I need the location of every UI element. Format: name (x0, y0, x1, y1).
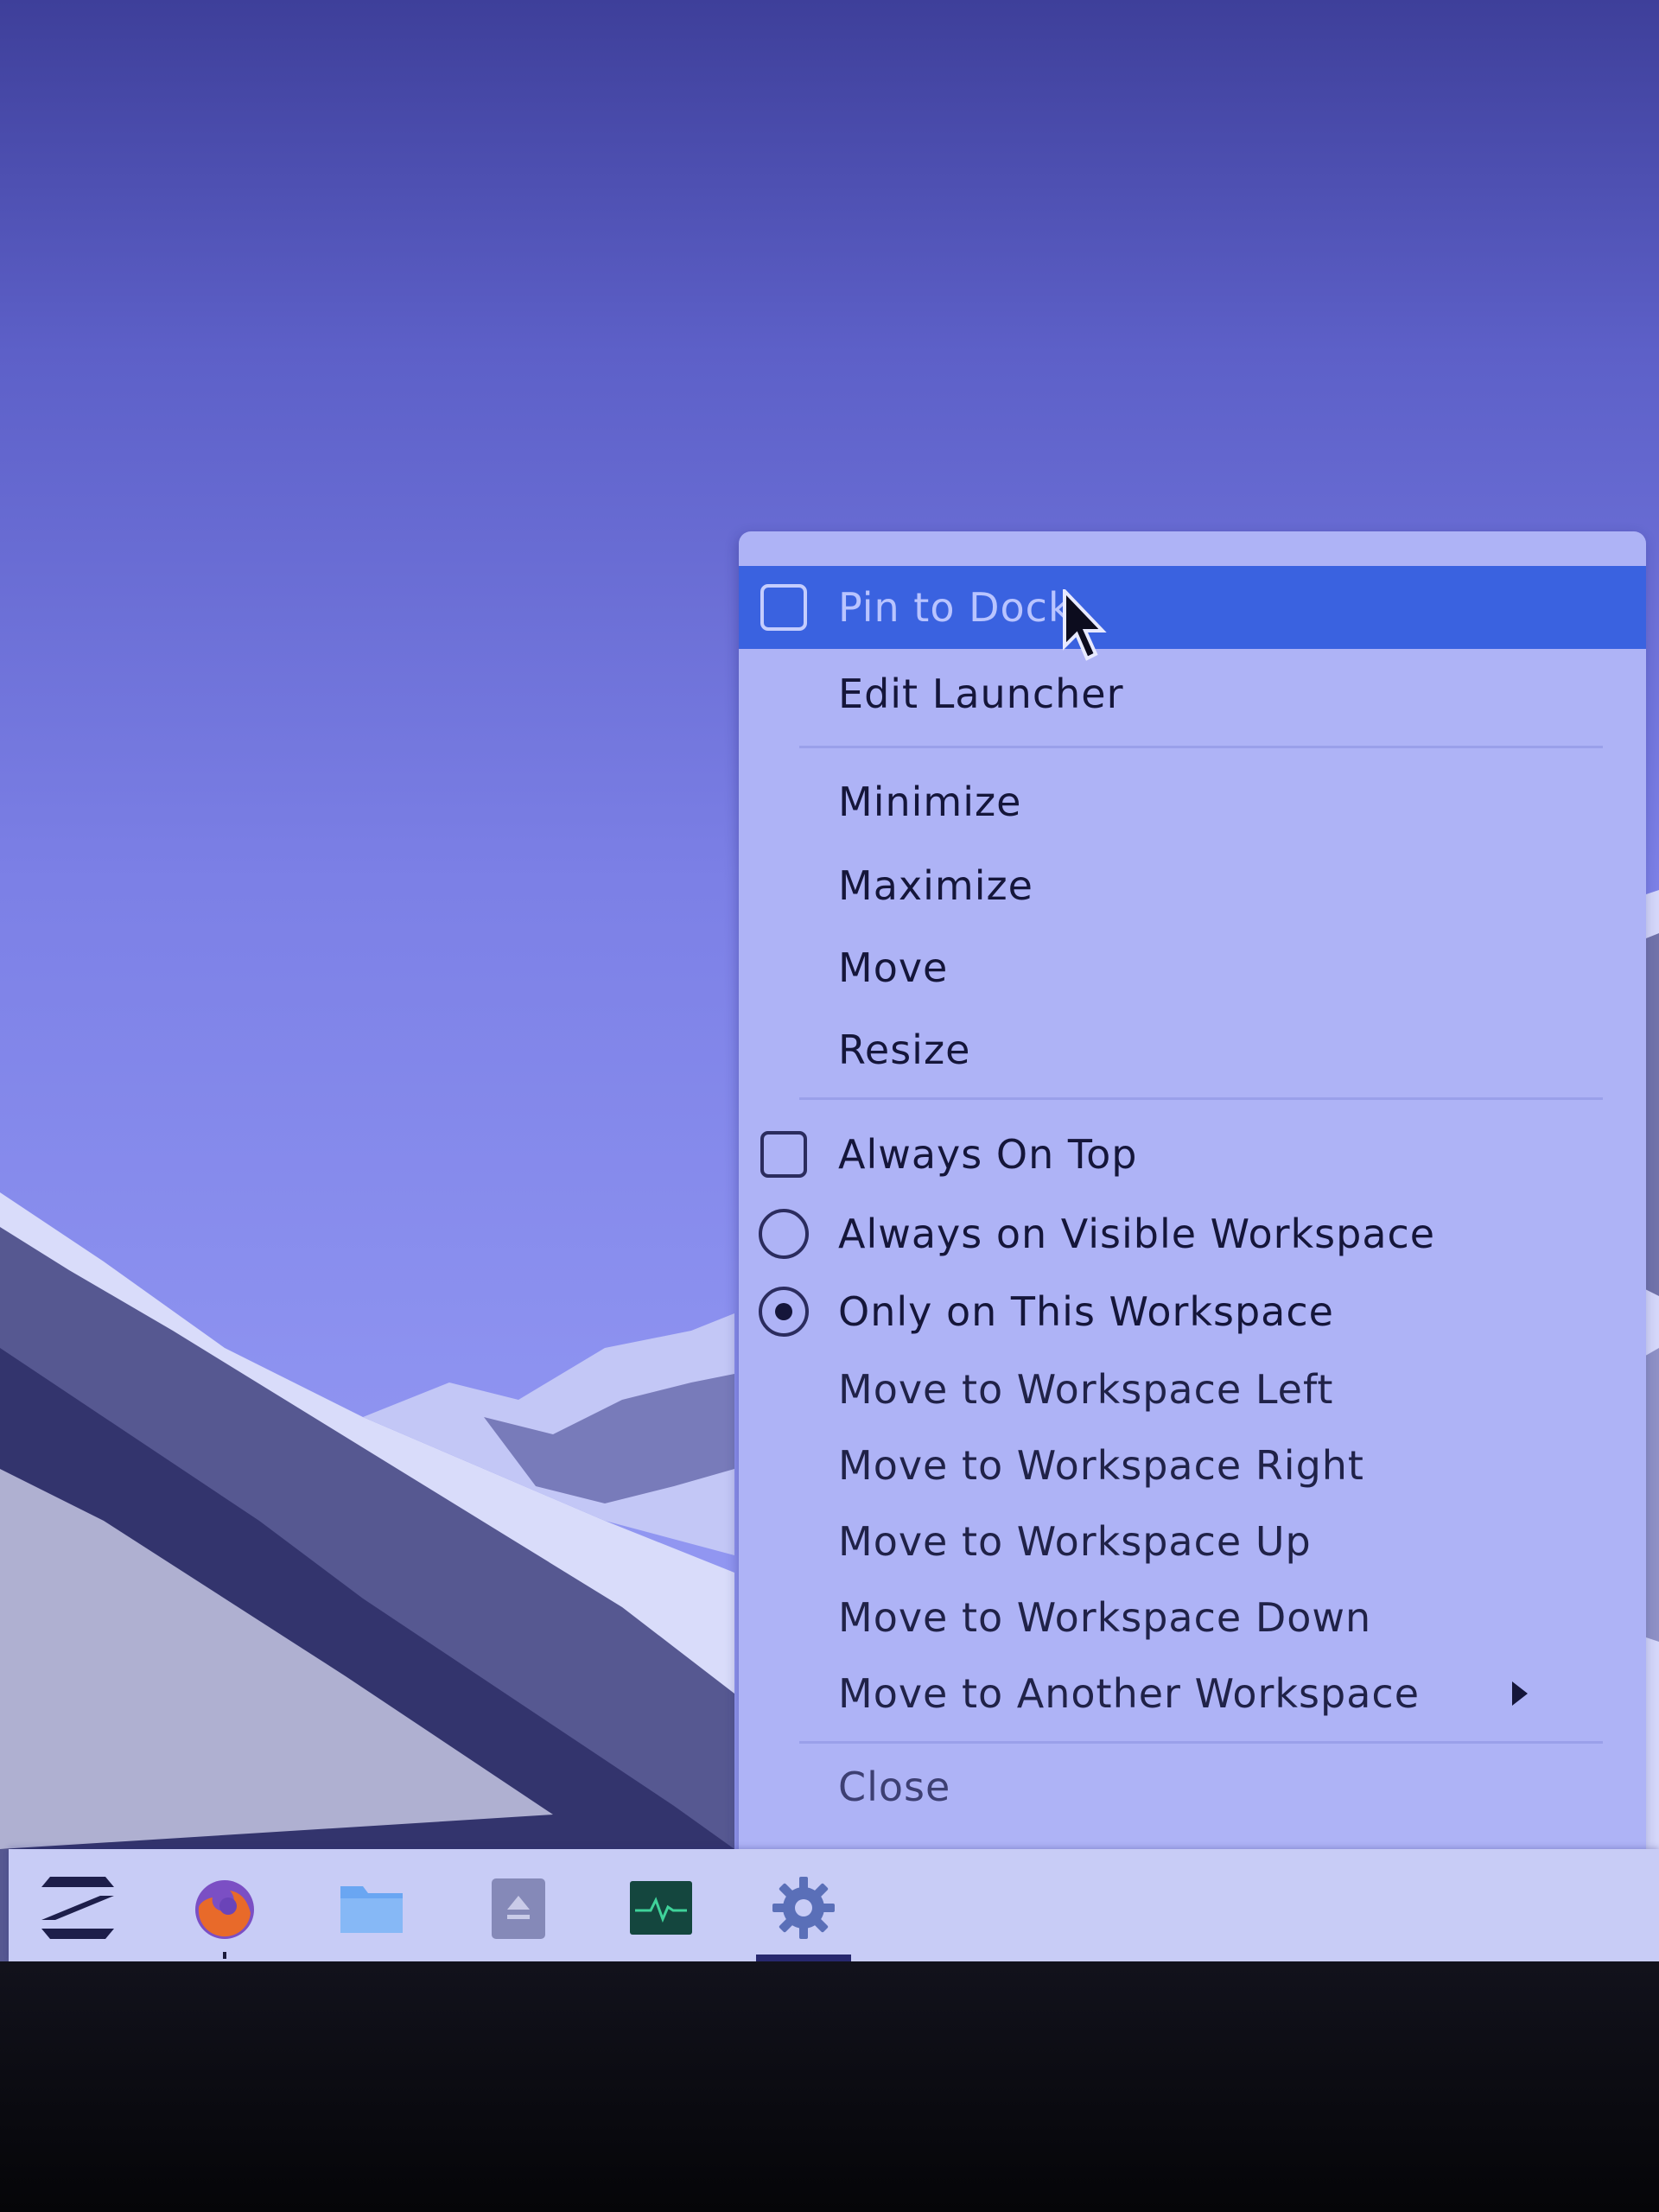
menu-item-close[interactable]: Close (739, 1745, 1646, 1828)
running-indicator (223, 1952, 226, 1959)
monitor-bezel (0, 1961, 1659, 2212)
menu-item-move-to-workspace-down[interactable]: Move to Workspace Down (739, 1576, 1646, 1659)
menu-item-maximize[interactable]: Maximize (739, 844, 1646, 927)
menu-item-label: Only on This Workspace (838, 1288, 1334, 1335)
menu-item-minimize[interactable]: Minimize (739, 760, 1646, 843)
software-store-icon (492, 1878, 545, 1939)
menu-item-move-to-workspace-left[interactable]: Move to Workspace Left (739, 1348, 1646, 1431)
menu-item-label: Pin to Dock (838, 584, 1072, 631)
dock-item-files[interactable] (324, 1866, 419, 1948)
menu-item-label: Move to Workspace Right (838, 1442, 1364, 1489)
dock-item-settings[interactable] (756, 1866, 851, 1961)
menu-item-pin-to-dock[interactable]: Pin to Dock (739, 566, 1646, 649)
menu-item-label: Move (838, 944, 949, 991)
menu-item-label: Move to Workspace Up (838, 1518, 1312, 1565)
files-folder-icon (340, 1885, 403, 1933)
always-on-visible-workspace-radio[interactable] (759, 1209, 809, 1259)
menu-item-label: Move to Another Workspace (838, 1670, 1420, 1717)
dock-item-software[interactable] (471, 1866, 566, 1948)
firefox-icon (195, 1879, 254, 1939)
menu-item-label: Always On Top (838, 1131, 1138, 1178)
mouse-pointer-icon (1063, 589, 1107, 661)
menu-item-only-on-this-workspace[interactable]: Only on This Workspace (739, 1270, 1646, 1353)
pin-to-dock-checkbox[interactable] (760, 584, 807, 631)
menu-item-label: Resize (838, 1027, 971, 1073)
submenu-arrow-icon (1512, 1681, 1528, 1706)
radio-selected-dot (775, 1303, 792, 1320)
menu-item-label: Move to Workspace Down (838, 1594, 1372, 1641)
system-monitor-icon (630, 1880, 692, 1935)
menu-item-label: Close (838, 1764, 951, 1810)
dock-panel (9, 1849, 1659, 1961)
zorin-menu-icon (41, 1876, 114, 1939)
menu-item-label: Always on Visible Workspace (838, 1211, 1436, 1257)
dock-item-zorin-menu[interactable] (30, 1866, 125, 1948)
dock-item-system-monitor[interactable] (613, 1866, 709, 1948)
menu-item-label: Move to Workspace Left (838, 1366, 1334, 1413)
always-on-top-checkbox[interactable] (760, 1131, 807, 1178)
settings-gear-icon (772, 1876, 835, 1939)
menu-item-move[interactable]: Move (739, 926, 1646, 1009)
menu-item-edit-launcher[interactable]: Edit Launcher (739, 652, 1646, 735)
active-window-indicator (756, 1955, 851, 1961)
menu-separator (799, 1741, 1603, 1744)
menu-item-always-on-top[interactable]: Always On Top (739, 1113, 1646, 1196)
only-on-this-workspace-radio[interactable] (759, 1287, 809, 1337)
window-context-menu: Pin to Dock Edit Launcher Minimize Maxim… (739, 531, 1646, 1849)
menu-item-label: Maximize (838, 862, 1033, 909)
menu-item-move-to-workspace-right[interactable]: Move to Workspace Right (739, 1424, 1646, 1507)
menu-item-resize[interactable]: Resize (739, 1008, 1646, 1091)
dock-item-firefox[interactable] (177, 1866, 272, 1959)
menu-item-label: Edit Launcher (838, 671, 1124, 717)
menu-separator (799, 1097, 1603, 1100)
menu-item-label: Minimize (838, 779, 1022, 825)
menu-item-move-to-another-workspace[interactable]: Move to Another Workspace (739, 1652, 1646, 1735)
desktop[interactable]: Pin to Dock Edit Launcher Minimize Maxim… (0, 0, 1659, 1961)
menu-item-always-on-visible-workspace[interactable]: Always on Visible Workspace (739, 1192, 1646, 1275)
menu-separator (799, 746, 1603, 748)
menu-item-move-to-workspace-up[interactable]: Move to Workspace Up (739, 1500, 1646, 1583)
